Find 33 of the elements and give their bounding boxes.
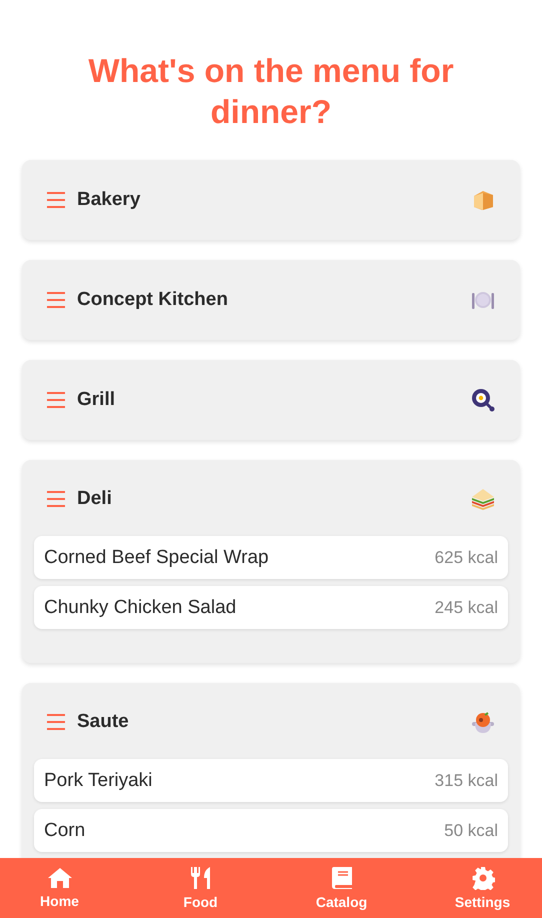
menu-item[interactable]: Chunky Chicken Salad 245 kcal (34, 586, 508, 629)
menu-icon (46, 713, 66, 731)
menu-item[interactable]: Corned Beef Special Wrap 625 kcal (34, 536, 508, 579)
fork-knife-icon (190, 866, 212, 890)
item-name: Pork Teriyaki (44, 770, 152, 792)
category-name: Saute (77, 711, 130, 733)
category-name: Deli (77, 488, 113, 510)
calorie-count: 315 kcal (434, 770, 498, 790)
item-name: Corned Beef Special Wrap (44, 546, 269, 568)
category-name: Grill (77, 389, 116, 411)
menu-item[interactable]: Pork Teriyaki 315 kcal (34, 759, 508, 802)
item-name: Chunky Chicken Salad (44, 596, 236, 618)
calorie-count: 245 kcal (434, 598, 498, 618)
settings-icon (470, 866, 494, 890)
category-card[interactable]: Grill (22, 360, 520, 440)
menu-item[interactable]: Corn 50 kcal (34, 809, 508, 852)
menu-icon (46, 191, 66, 209)
page-title: What's on the menu for dinner? (87, 51, 455, 132)
item-name: Corn (44, 820, 86, 842)
calorie-count: 625 kcal (434, 548, 498, 568)
category-card[interactable]: Deli Corned Beef Special Wrap 625 kcal Chunky Chicken Salad 245 kcal (22, 460, 520, 663)
book-icon (330, 866, 352, 890)
menu-icon (46, 391, 66, 409)
frying-pan-icon (470, 387, 496, 413)
category-card[interactable]: Bakery (22, 160, 520, 240)
category-name: Concept Kitchen (77, 289, 229, 311)
category-card[interactable]: Concept Kitchen (22, 260, 520, 340)
category-name: Bakery (77, 189, 142, 211)
home-icon (46, 867, 72, 889)
menu-icon (46, 490, 66, 508)
sandwich-icon (470, 486, 496, 512)
calorie-count: 50 kcal (444, 820, 498, 840)
menu-icon (46, 291, 66, 309)
